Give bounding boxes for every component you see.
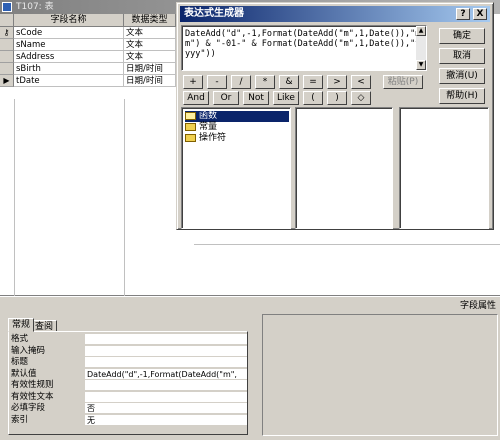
folder-icon [185,134,196,142]
help-caption-button[interactable]: ? [456,8,470,20]
field-properties-title: 字段属性 [459,301,496,311]
expression-scrollbar[interactable]: ▲ ▼ [416,26,426,70]
operator-button[interactable]: & [279,75,299,89]
help-button[interactable]: 帮助(H) [439,88,485,104]
property-label: 默认值 [11,368,37,379]
logic-button[interactable]: ◇ [351,91,371,105]
operator-button[interactable]: < [351,75,371,89]
operator-button[interactable]: - [207,75,227,89]
tree-item-constants[interactable]: 常量 [185,122,217,133]
field-name-cell[interactable]: sName [14,39,124,51]
property-value[interactable] [85,357,247,368]
primary-key-icon[interactable]: ⚷ [0,27,14,39]
data-type-cell[interactable]: 文本 [124,51,176,63]
property-value[interactable]: 否 [85,403,247,414]
property-value[interactable] [85,345,247,357]
table-icon [2,2,12,12]
tree-item-operators[interactable]: 操作符 [185,133,226,144]
element-tree[interactable]: 函数 常量 操作符 [181,107,291,229]
data-type-cell[interactable]: 日期/时间 [124,75,176,87]
property-label: 有效性规则 [11,380,54,390]
column-header-field-name[interactable]: 字段名称 [14,14,124,27]
logic-button[interactable]: And [183,91,209,105]
field-name-cell[interactable]: tDate [14,75,124,87]
field-name-cell[interactable]: sBirth [14,63,124,75]
tab-general[interactable]: 常规 [8,318,35,332]
operator-button[interactable]: > [327,75,347,89]
expression-builder-dialog: 表达式生成器 ? X DateAdd("d",-1,Format(DateAdd… [176,2,494,230]
window-title: T107: 表 [16,2,54,12]
row-selector[interactable] [0,51,14,63]
property-value[interactable] [85,334,247,345]
row-selector[interactable] [0,39,14,51]
element-value-list[interactable] [399,107,489,229]
dialog-title: 表达式生成器 [184,8,244,19]
cancel-button[interactable]: 取消 [439,48,485,64]
paste-button[interactable]: 粘贴(P) [383,75,423,89]
property-label: 有效性文本 [11,391,54,402]
field-properties-pane: 字段属性 常规 查阅 格式 输入掩码 标题 默认值 DateAdd("d",-1,For… [0,296,500,440]
property-value[interactable]: DateAdd("d",-1,Format(DateAdd("m", [85,368,247,380]
expression-box[interactable]: DateAdd("d",-1,Format(DateAdd("m",1,Date… [181,25,427,71]
operator-button[interactable]: = [303,75,323,89]
property-label: 输入掩码 [11,345,46,356]
scroll-up-icon[interactable]: ▲ [416,26,426,36]
property-label: 标题 [11,357,29,367]
property-label: 格式 [11,334,29,344]
data-type-cell[interactable]: 文本 [124,39,176,51]
operator-button[interactable]: + [183,75,203,89]
element-category-list[interactable] [295,107,393,229]
tree-item-label: 函数 [199,111,218,121]
logic-button[interactable]: Or [213,91,239,105]
scroll-down-icon[interactable]: ▼ [416,60,426,70]
undo-button[interactable]: 撤消(U) [439,68,485,84]
current-row-icon[interactable]: ▶ [0,75,14,87]
row-selector[interactable] [0,63,14,75]
ok-button[interactable]: 确定 [439,28,485,44]
property-help-box [262,314,498,436]
logic-button[interactable]: ) [327,91,347,105]
dialog-title-bar[interactable]: 表达式生成器 ? X [180,6,490,22]
row-selector-header [0,14,14,27]
operator-button[interactable]: * [255,75,275,89]
logic-button[interactable]: Like [273,91,299,105]
property-value[interactable] [85,380,247,391]
close-button[interactable]: X [473,8,487,20]
field-name-cell[interactable]: sAddress [14,51,124,63]
folder-icon [185,123,196,131]
logic-button[interactable]: ( [303,91,323,105]
property-value[interactable] [85,391,247,403]
tree-item-label: 常量 [199,122,218,132]
column-header-data-type[interactable]: 数据类型 [124,14,176,27]
property-label: 索引 [11,414,29,425]
field-name-cell[interactable]: sCode [14,27,124,39]
property-label: 必填字段 [11,403,46,413]
data-type-cell[interactable]: 文本 [124,27,176,39]
tree-item-functions[interactable]: 函数 [185,111,289,122]
general-properties: 格式 输入掩码 标题 默认值 DateAdd("d",-1,Format(DateAdd… [8,331,248,435]
logic-button[interactable]: Not [243,91,269,105]
folder-icon [185,112,196,120]
tree-item-label: 操作符 [199,133,227,143]
operator-button[interactable]: / [231,75,251,89]
data-type-cell[interactable]: 日期/时间 [124,63,176,75]
property-value[interactable]: 无 [85,414,247,426]
